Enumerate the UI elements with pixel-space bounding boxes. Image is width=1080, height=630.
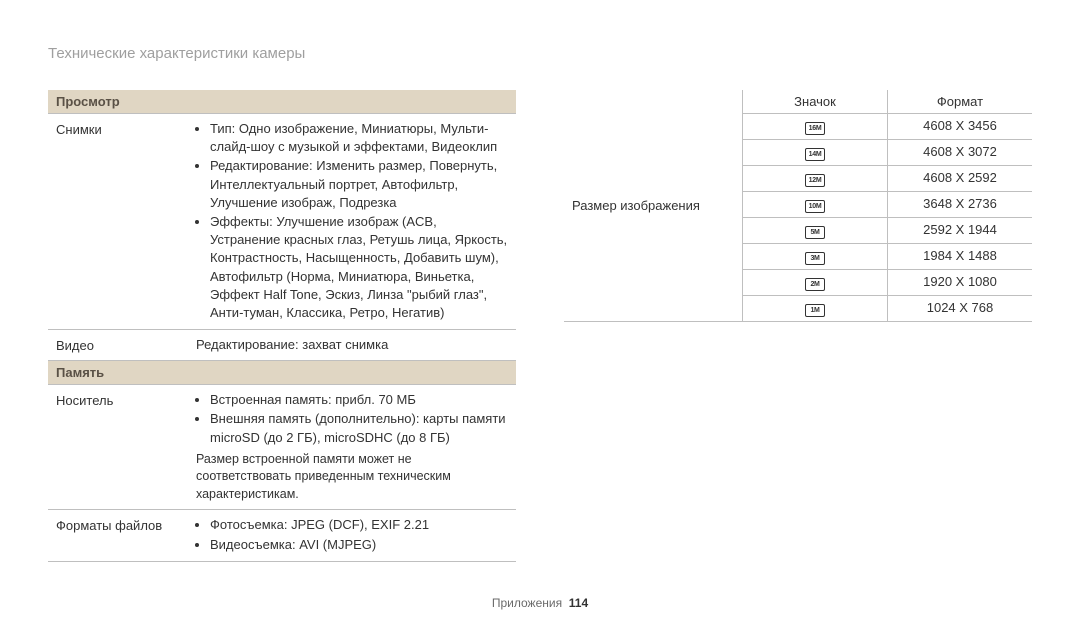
row-video: Видео Редактирование: захват снимка: [48, 330, 516, 361]
row-media: Носитель Встроенная память: прибл. 70 МБ…: [48, 385, 516, 510]
cell-format: 2592 X 1944: [888, 218, 1032, 243]
section-header-memory: Память: [48, 361, 516, 385]
size-badge-icon: 14M: [805, 148, 825, 161]
table-row: 2M 1920 X 1080: [743, 270, 1032, 296]
row-label: Форматы файлов: [56, 516, 196, 554]
cell-icon: 3M: [743, 244, 888, 269]
content-columns: Просмотр Снимки Тип: Одно изображение, М…: [48, 90, 1032, 562]
list-item: Встроенная память: прибл. 70 МБ: [210, 391, 508, 409]
row-value: Встроенная память: прибл. 70 МБ Внешняя …: [196, 391, 508, 503]
row-formats: Форматы файлов Фотосъемка: JPEG (DCF), E…: [48, 510, 516, 561]
row-label: Носитель: [56, 391, 196, 503]
row-value: Тип: Одно изображение, Миниатюры, Мульти…: [196, 120, 508, 323]
footer-section: Приложения: [492, 596, 562, 610]
list-item: Фотосъемка: JPEG (DCF), EXIF 2.21: [210, 516, 508, 534]
table-row: 14M 4608 X 3072: [743, 140, 1032, 166]
table-row: 5M 2592 X 1944: [743, 218, 1032, 244]
size-badge-icon: 3M: [805, 252, 825, 265]
row-label: Снимки: [56, 120, 196, 323]
table-row: 1M 1024 X 768: [743, 296, 1032, 321]
cell-icon: 2M: [743, 270, 888, 295]
size-badge-icon: 5M: [805, 226, 825, 239]
cell-icon: 16M: [743, 114, 888, 139]
row-value: Фотосъемка: JPEG (DCF), EXIF 2.21 Видеос…: [196, 516, 508, 554]
cell-format: 4608 X 3456: [888, 114, 1032, 139]
footer-page-number: 114: [569, 596, 588, 610]
page-footer: Приложения 114: [0, 596, 1080, 610]
cell-format: 4608 X 3072: [888, 140, 1032, 165]
list-item: Внешняя память (дополнительно): карты па…: [210, 410, 508, 446]
cell-format: 1920 X 1080: [888, 270, 1032, 295]
table-row: 3M 1984 X 1488: [743, 244, 1032, 270]
table-row: 16M 4608 X 3456: [743, 114, 1032, 140]
table-row: 10M 3648 X 2736: [743, 192, 1032, 218]
section-header-viewing: Просмотр: [48, 90, 516, 114]
cell-format: 1984 X 1488: [888, 244, 1032, 269]
size-badge-icon: 12M: [805, 174, 825, 187]
cell-icon: 10M: [743, 192, 888, 217]
page: Технические характеристики камеры Просмо…: [0, 0, 1080, 630]
cell-format: 1024 X 768: [888, 296, 1032, 321]
cell-format: 3648 X 2736: [888, 192, 1032, 217]
image-size-table: Размер изображения Значок Формат 16M 460…: [564, 90, 1032, 322]
cell-format: 4608 X 2592: [888, 166, 1032, 191]
col-header-format: Формат: [888, 90, 1032, 113]
cell-icon: 14M: [743, 140, 888, 165]
list-item: Эффекты: Улучшение изображ (ACB, Устране…: [210, 213, 508, 322]
col-header-icon: Значок: [743, 90, 888, 113]
table-body: Значок Формат 16M 4608 X 3456 14M 4608 X…: [743, 90, 1032, 321]
note-text: Размер встроенной памяти может не соотве…: [196, 451, 508, 504]
row-photos: Снимки Тип: Одно изображение, Миниатюры,…: [48, 114, 516, 330]
size-badge-icon: 16M: [805, 122, 825, 135]
list-item: Тип: Одно изображение, Миниатюры, Мульти…: [210, 120, 508, 156]
table-header-row: Значок Формат: [743, 90, 1032, 114]
cell-icon: 12M: [743, 166, 888, 191]
row-label: Видео: [56, 336, 196, 354]
row-value: Редактирование: захват снимка: [196, 336, 508, 354]
cell-icon: 1M: [743, 296, 888, 321]
page-title: Технические характеристики камеры: [48, 45, 1032, 62]
left-column: Просмотр Снимки Тип: Одно изображение, М…: [48, 90, 516, 562]
list-item: Редактирование: Изменить размер, Поверну…: [210, 157, 508, 212]
size-badge-icon: 10M: [805, 200, 825, 213]
cell-icon: 5M: [743, 218, 888, 243]
table-row-label: Размер изображения: [564, 90, 743, 321]
right-column: Размер изображения Значок Формат 16M 460…: [564, 90, 1032, 562]
table-row: 12M 4608 X 2592: [743, 166, 1032, 192]
size-badge-icon: 1M: [805, 304, 825, 317]
list-item: Видеосъемка: AVI (MJPEG): [210, 536, 508, 554]
size-badge-icon: 2M: [805, 278, 825, 291]
